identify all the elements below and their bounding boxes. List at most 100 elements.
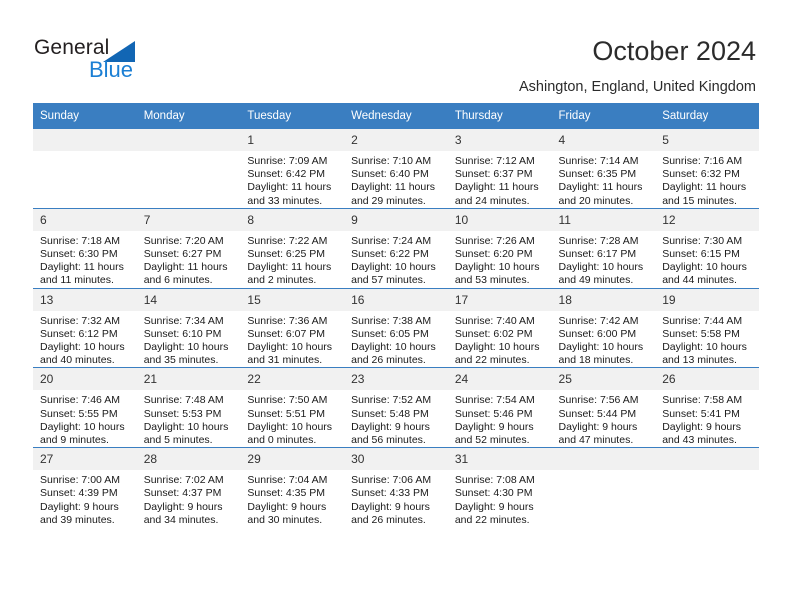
daylight-duration-line1: Daylight: 11 hours [558, 181, 643, 194]
day-sun-info: Sunrise: 7:52 AM Sunset: 5:48 PM Daylight:… [344, 390, 448, 447]
day-sun-info: Sunrise: 7:32 AM Sunset: 6:12 PM Daylight:… [33, 311, 137, 368]
sunset-time: Sunset: 6:42 PM [247, 168, 326, 181]
day-number: 30 [344, 448, 448, 471]
calendar-day-cell[interactable]: 4 Sunrise: 7:14 AM Sunset: 6:35 PM Daylight… [551, 128, 656, 209]
calendar-day-cell[interactable]: 22 Sunrise: 7:50 AM Sunset: 5:51 PM Dayligh… [240, 367, 345, 448]
daylight-duration-line1: Daylight: 10 hours [558, 341, 644, 354]
calendar-day-cell[interactable]: 7 Sunrise: 7:20 AM Sunset: 6:27 PM Daylight… [136, 207, 241, 289]
daylight-duration-line2: and 30 minutes. [247, 513, 323, 526]
calendar-week-row: 20 Sunrise: 7:46 AM Sunset: 5:55 PM Dayligh… [33, 367, 759, 448]
daylight-duration-line1: Daylight: 10 hours [351, 261, 436, 274]
calendar-day-cell[interactable]: 16 Sunrise: 7:38 AM Sunset: 6:05 PM Dayligh… [344, 287, 448, 368]
daylight-duration-line2: and 29 minutes. [351, 194, 426, 207]
sunrise-time: Sunrise: 7:10 AM [351, 155, 432, 167]
sunset-time: Sunset: 4:30 PM [454, 487, 533, 500]
sunset-time: Sunset: 6:40 PM [351, 168, 429, 181]
calendar-day-cell[interactable]: 25 Sunrise: 7:56 AM Sunset: 5:44 PM Dayligh… [551, 367, 656, 448]
day-sun-info: Sunrise: 7:08 AM Sunset: 4:30 PM Daylight:… [448, 470, 552, 527]
daylight-duration-line2: and 11 minutes. [40, 274, 114, 287]
calendar-day-cell[interactable]: 28 Sunrise: 7:02 AM Sunset: 4:37 PM Dayligh… [136, 447, 241, 528]
day-number: 27 [33, 448, 137, 471]
daylight-duration-line1: Daylight: 9 hours [143, 500, 223, 513]
daylight-duration-line1: Daylight: 9 hours [351, 500, 430, 513]
day-sun-info: Sunrise: 7:16 AM Sunset: 6:32 PM Daylight:… [655, 151, 759, 208]
calendar-day-cell[interactable]: 5 Sunrise: 7:16 AM Sunset: 6:32 PM Daylight… [655, 128, 759, 209]
weekday-header-monday: Monday [136, 103, 241, 129]
daylight-duration-line1: Daylight: 9 hours [662, 420, 742, 433]
calendar-day-cell-empty [551, 447, 656, 528]
calendar-day-cell[interactable]: 9 Sunrise: 7:24 AM Sunset: 6:22 PM Daylight… [344, 207, 448, 289]
sunset-time: Sunset: 6:00 PM [558, 327, 637, 340]
calendar-day-cell-empty [655, 447, 759, 528]
calendar-page: General Blue October 2024 Ashington, Eng… [0, 0, 792, 612]
calendar-day-cell[interactable]: 14 Sunrise: 7:34 AM Sunset: 6:10 PM Dayligh… [136, 287, 241, 368]
calendar-day-cell[interactable]: 26 Sunrise: 7:58 AM Sunset: 5:41 PM Dayligh… [655, 367, 759, 448]
sunset-time: Sunset: 6:10 PM [143, 327, 222, 340]
sunrise-time: Sunrise: 7:26 AM [454, 234, 535, 247]
sunset-time: Sunset: 5:53 PM [143, 407, 222, 420]
sunrise-time: Sunrise: 7:28 AM [558, 234, 639, 247]
calendar-day-cell[interactable]: 21 Sunrise: 7:48 AM Sunset: 5:53 PM Dayligh… [136, 367, 241, 448]
sunset-time: Sunset: 5:46 PM [454, 407, 533, 420]
calendar-day-cell[interactable]: 11 Sunrise: 7:28 AM Sunset: 6:17 PM Dayligh… [551, 207, 656, 289]
calendar-day-cell[interactable]: 8 Sunrise: 7:22 AM Sunset: 6:25 PM Daylight… [240, 207, 345, 289]
calendar-day-cell[interactable]: 1 Sunrise: 7:09 AM Sunset: 6:42 PM Daylight… [240, 128, 345, 209]
calendar-day-cell[interactable]: 12 Sunrise: 7:30 AM Sunset: 6:15 PM Dayligh… [655, 207, 759, 289]
sunset-time: Sunset: 5:44 PM [558, 407, 637, 420]
sunset-time: Sunset: 6:05 PM [351, 327, 429, 340]
calendar-day-cell[interactable]: 10 Sunrise: 7:26 AM Sunset: 6:20 PM Dayligh… [447, 207, 552, 289]
sunrise-time: Sunrise: 7:04 AM [247, 474, 328, 487]
daylight-duration-line2: and 24 minutes. [454, 194, 530, 207]
calendar-day-cell[interactable]: 19 Sunrise: 7:44 AM Sunset: 5:58 PM Dayligh… [655, 287, 759, 368]
daylight-duration-line2: and 0 minutes. [247, 434, 317, 447]
calendar-day-cell-empty [136, 128, 241, 209]
calendar-day-cell[interactable]: 27 Sunrise: 7:00 AM Sunset: 4:39 PM Dayligh… [33, 447, 137, 528]
day-number: 19 [655, 288, 759, 311]
sunset-time: Sunset: 6:27 PM [143, 248, 222, 261]
sunrise-time: Sunrise: 7:30 AM [662, 234, 743, 247]
logo-text-blue: Blue [89, 57, 134, 82]
daylight-duration-line1: Daylight: 10 hours [454, 261, 540, 274]
day-sun-info: Sunrise: 7:40 AM Sunset: 6:02 PM Daylight:… [448, 311, 552, 368]
calendar-day-cell[interactable]: 29 Sunrise: 7:04 AM Sunset: 4:35 PM Dayligh… [240, 447, 345, 528]
day-number: 8 [240, 208, 345, 231]
day-sun-info: Sunrise: 7:50 AM Sunset: 5:51 PM Daylight:… [240, 390, 344, 447]
sunrise-time: Sunrise: 7:52 AM [351, 394, 432, 407]
calendar-day-cell[interactable]: 24 Sunrise: 7:54 AM Sunset: 5:46 PM Dayligh… [447, 367, 552, 448]
sunrise-time: Sunrise: 7:42 AM [558, 314, 639, 327]
calendar-day-cell[interactable]: 6 Sunrise: 7:18 AM Sunset: 6:30 PM Daylight… [33, 207, 137, 289]
calendar-day-cell[interactable]: 30 Sunrise: 7:06 AM Sunset: 4:33 PM Dayligh… [344, 447, 448, 528]
calendar-day-cell[interactable]: 23 Sunrise: 7:52 AM Sunset: 5:48 PM Dayligh… [344, 367, 448, 448]
calendar-day-cell[interactable]: 2 Sunrise: 7:10 AM Sunset: 6:40 PM Daylight… [344, 128, 448, 209]
sunset-time: Sunset: 5:58 PM [662, 327, 740, 340]
calendar-day-cell[interactable]: 3 Sunrise: 7:12 AM Sunset: 6:37 PM Daylight… [447, 128, 552, 209]
day-sun-info: Sunrise: 7:00 AM Sunset: 4:39 PM Daylight:… [33, 470, 137, 527]
calendar-day-cell[interactable]: 18 Sunrise: 7:42 AM Sunset: 6:00 PM Dayligh… [551, 287, 656, 368]
calendar-day-cell[interactable]: 13 Sunrise: 7:32 AM Sunset: 6:12 PM Dayligh… [33, 287, 137, 368]
daylight-duration-line2: and 33 minutes. [247, 194, 323, 207]
day-number: 13 [33, 288, 137, 311]
sunrise-time: Sunrise: 7:58 AM [662, 394, 743, 407]
day-sun-info: Sunrise: 7:46 AM Sunset: 5:55 PM Daylight:… [33, 390, 137, 447]
sunrise-time: Sunrise: 7:06 AM [351, 474, 432, 487]
daylight-duration-line1: Daylight: 11 hours [454, 181, 539, 194]
daylight-duration-line1: Daylight: 11 hours [247, 261, 332, 274]
daylight-duration-line2: and 39 minutes. [40, 513, 115, 526]
daylight-duration-line1: Daylight: 10 hours [40, 420, 125, 433]
day-sun-info: Sunrise: 7:38 AM Sunset: 6:05 PM Daylight:… [344, 311, 448, 368]
sunrise-time: Sunrise: 7:14 AM [558, 155, 639, 167]
sunset-time: Sunset: 6:22 PM [351, 248, 429, 261]
daylight-duration-line2: and 22 minutes. [454, 354, 530, 367]
calendar-table: Sunday Monday Tuesday Wednesday Thursday… [33, 103, 759, 528]
calendar-day-cell[interactable]: 17 Sunrise: 7:40 AM Sunset: 6:02 PM Dayligh… [447, 287, 552, 368]
daylight-duration-line1: Daylight: 10 hours [40, 341, 125, 354]
calendar-day-cell[interactable]: 20 Sunrise: 7:46 AM Sunset: 5:55 PM Dayligh… [33, 367, 137, 448]
calendar-day-cell[interactable]: 31 Sunrise: 7:08 AM Sunset: 4:30 PM Dayligh… [447, 447, 552, 528]
daylight-duration-line2: and 20 minutes. [558, 194, 634, 207]
day-sun-info: Sunrise: 7:48 AM Sunset: 5:53 PM Daylight:… [137, 390, 241, 447]
calendar-day-cell[interactable]: 15 Sunrise: 7:36 AM Sunset: 6:07 PM Dayligh… [240, 287, 345, 368]
day-number [136, 129, 241, 151]
daylight-duration-line2: and 31 minutes. [247, 354, 323, 367]
day-number [33, 129, 137, 151]
daylight-duration-line1: Daylight: 10 hours [558, 261, 644, 274]
